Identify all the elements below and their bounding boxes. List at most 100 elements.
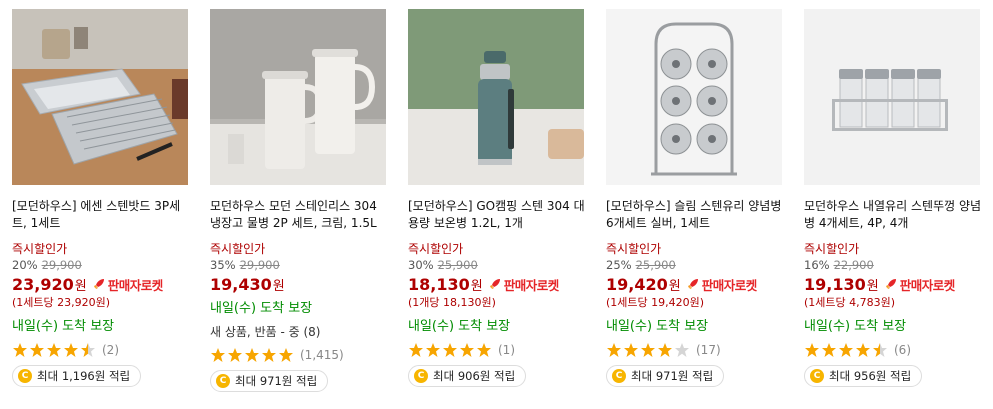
star-icon [211, 348, 225, 362]
product-card[interactable]: 모던하우스 내열유리 스텐뚜껑 양념병 4개세트, 4P, 4개 즉시할인가 1… [804, 9, 982, 387]
original-price: 25,900 [635, 258, 676, 272]
star-icon [30, 343, 44, 357]
star-icon [228, 348, 242, 362]
reward-point-label: 최대 956원 적립 [829, 369, 912, 383]
rating-row: (6) [804, 341, 982, 359]
reward-point-badge: C 최대 956원 적립 [804, 365, 923, 387]
coin-icon: C [18, 369, 32, 383]
unit-price: (1세트당 4,783원) [804, 296, 896, 309]
product-card[interactable]: [모던하우스] 슬림 스텐유리 양념병 6개세트 실버, 1세트 즉시할인가 2… [606, 9, 784, 387]
price-row: 19,420 원 판매자로켓 [606, 274, 784, 294]
delivery-guarantee: 내일(수) 도착 보장 [804, 319, 907, 334]
delivery-guarantee: 내일(수) 도착 보장 [210, 301, 313, 316]
discount-row: 25% 25,900 [606, 257, 784, 273]
original-price: 29,900 [41, 258, 82, 272]
star-icon [873, 343, 887, 357]
instant-discount-label: 즉시할인가 [606, 242, 662, 256]
product-card[interactable]: [모던하우스] 에센 스텐밧드 3P세트, 1세트 즉시할인가 20% 29,90… [12, 9, 190, 387]
sale-price: 19,130 [804, 274, 866, 294]
star-icon [279, 348, 293, 362]
instant-discount-label: 즉시할인가 [804, 242, 860, 256]
rating-row: (17) [606, 341, 784, 359]
rocket-label: 판매자로켓 [503, 277, 560, 293]
product-image[interactable] [804, 9, 980, 185]
star-icon [13, 343, 27, 357]
product-card[interactable]: 모던하우스 모던 스테인리스 304 냉장고 물병 2P 세트, 크림, 1.5… [210, 9, 388, 392]
product-card[interactable]: [모던하우스] GO캠핑 스텐 304 대용량 보온병 1.2L, 1개 즉시할… [408, 9, 586, 387]
sale-price: 23,920 [12, 274, 74, 294]
unit-price: (1개당 18,130원) [408, 296, 496, 309]
rocket-icon [885, 279, 896, 289]
seller-rocket-badge: 판매자로켓 [884, 275, 955, 294]
review-count[interactable]: (6) [894, 343, 911, 357]
instant-discount-label: 즉시할인가 [210, 242, 266, 256]
star-icon [460, 343, 474, 357]
product-image[interactable] [210, 9, 386, 185]
discount-rate: 30% [408, 258, 434, 272]
unit-price: (1세트당 23,920원) [12, 296, 111, 309]
star-rating [210, 347, 295, 363]
coin-icon: C [414, 369, 428, 383]
coin-icon: C [216, 374, 230, 388]
product-name[interactable]: 모던하우스 모던 스테인리스 304 냉장고 물병 2P 세트, 크림, 1.5… [210, 198, 388, 232]
reward-point-badge: C 최대 971원 적립 [210, 370, 329, 392]
product-image[interactable] [12, 9, 188, 185]
reward-point-label: 최대 1,196원 적립 [37, 369, 131, 383]
rocket-label: 판매자로켓 [107, 277, 164, 293]
star-icon [426, 343, 440, 357]
rating-row: (2) [12, 341, 190, 359]
original-price: 25,900 [437, 258, 478, 272]
product-grid: [모던하우스] 에센 스텐밧드 3P세트, 1세트 즉시할인가 20% 29,90… [0, 0, 993, 409]
star-icon [409, 343, 423, 357]
star-icon [839, 343, 853, 357]
sale-price: 18,130 [408, 274, 470, 294]
product-name[interactable]: 모던하우스 내열유리 스텐뚜껑 양념병 4개세트, 4P, 4개 [804, 198, 982, 232]
star-icon [443, 343, 457, 357]
reward-point-label: 최대 971원 적립 [235, 374, 318, 388]
rocket-icon [489, 279, 500, 289]
product-image[interactable] [408, 9, 584, 185]
review-count[interactable]: (2) [102, 343, 119, 357]
review-count[interactable]: (1) [498, 343, 515, 357]
star-icon [675, 343, 689, 357]
discount-row: 35% 29,900 [210, 257, 388, 273]
star-icon [658, 343, 672, 357]
instant-discount-label: 즉시할인가 [12, 242, 68, 256]
star-icon [245, 348, 259, 362]
star-rating [12, 342, 97, 358]
delivery-guarantee: 내일(수) 도착 보장 [408, 319, 511, 334]
delivery-guarantee: 내일(수) 도착 보장 [606, 319, 709, 334]
reward-point-badge: C 최대 971원 적립 [606, 365, 725, 387]
product-name[interactable]: [모던하우스] 슬림 스텐유리 양념병 6개세트 실버, 1세트 [606, 198, 784, 232]
star-icon [477, 343, 491, 357]
star-icon [262, 348, 276, 362]
discount-rate: 35% [210, 258, 236, 272]
price-row: 18,130 원 판매자로켓 [408, 274, 586, 294]
star-icon [805, 343, 819, 357]
instant-discount-label: 즉시할인가 [408, 242, 464, 256]
price-row: 19,130 원 판매자로켓 [804, 274, 982, 294]
review-count[interactable]: (17) [696, 343, 721, 357]
price-row: 23,920 원 판매자로켓 [12, 274, 190, 294]
product-name[interactable]: [모던하우스] 에센 스텐밧드 3P세트, 1세트 [12, 198, 190, 232]
reward-point-badge: C 최대 1,196원 적립 [12, 365, 142, 387]
product-image[interactable] [606, 9, 782, 185]
original-price: 29,900 [239, 258, 280, 272]
currency-unit: 원 [74, 278, 87, 294]
discount-rate: 16% [804, 258, 830, 272]
star-icon [81, 343, 95, 357]
discount-row: 30% 25,900 [408, 257, 586, 273]
currency-unit: 원 [272, 278, 285, 294]
sale-price: 19,430 [210, 274, 272, 294]
review-count[interactable]: (1,415) [300, 348, 344, 362]
reward-point-label: 최대 906원 적립 [433, 369, 516, 383]
rocket-icon [687, 279, 698, 289]
star-rating [804, 342, 889, 358]
discount-row: 20% 29,900 [12, 257, 190, 273]
discount-row: 16% 22,900 [804, 257, 982, 273]
used-option-info[interactable]: 새 상품, 반품 - 중 (8) [210, 324, 388, 340]
star-icon [624, 343, 638, 357]
product-name[interactable]: [모던하우스] GO캠핑 스텐 304 대용량 보온병 1.2L, 1개 [408, 198, 586, 232]
coin-icon: C [612, 369, 626, 383]
unit-price: (1세트당 19,420원) [606, 296, 705, 309]
